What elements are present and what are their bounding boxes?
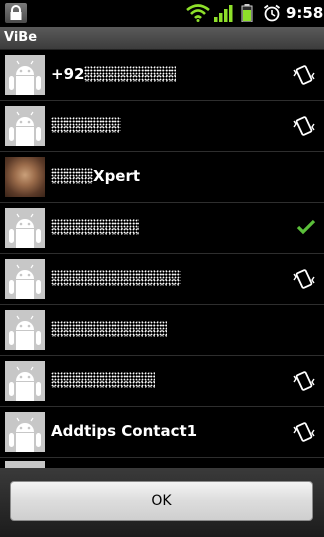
list-item[interactable]: +92: [0, 50, 324, 101]
battery-icon: [241, 4, 253, 22]
android-avatar-icon: [5, 461, 45, 468]
alarm-icon: [263, 4, 281, 22]
vibrate-icon: [293, 422, 315, 442]
list-item[interactable]: Addtips Contact1: [0, 407, 324, 458]
contact-name: [51, 218, 139, 236]
contact-name: [51, 116, 121, 134]
contact-name-prefix: +92: [51, 65, 85, 83]
redacted-text: [51, 168, 93, 184]
redacted-text: [51, 270, 181, 286]
list-item[interactable]: [0, 203, 324, 254]
status-bar: 9:58: [0, 0, 324, 27]
list-item[interactable]: [0, 305, 324, 356]
app-title: ViBe: [4, 30, 38, 45]
android-avatar-icon: [5, 310, 45, 350]
list-item[interactable]: [0, 356, 324, 407]
clock: 9:58: [286, 4, 324, 22]
redacted-text: [51, 321, 167, 337]
android-avatar-icon: [5, 106, 45, 146]
wifi-icon: [186, 4, 210, 22]
contact-name: [51, 269, 181, 287]
list-item[interactable]: [0, 254, 324, 305]
contact-name: Addtips Contact1: [51, 422, 197, 440]
signal-icon: [214, 5, 233, 22]
check-icon: [296, 219, 316, 235]
redacted-text: [84, 66, 177, 82]
contact-name: +92: [51, 65, 177, 83]
button-bar: OK: [0, 468, 324, 537]
vibrate-icon: [293, 269, 315, 289]
contact-name: Xpert: [51, 167, 140, 185]
contact-name: [51, 371, 155, 389]
list-item[interactable]: [0, 101, 324, 152]
redacted-text: [51, 219, 139, 235]
android-avatar-icon: [5, 412, 45, 452]
contact-name: [51, 320, 167, 338]
lock-icon: [5, 3, 27, 23]
android-avatar-icon: [5, 259, 45, 299]
screen: 9:58 ViBe +92 Xpert Addtips Contact1 OK: [0, 0, 324, 537]
list-item-partial[interactable]: [0, 458, 324, 468]
list-item[interactable]: Xpert: [0, 152, 324, 203]
vibrate-icon: [293, 65, 315, 85]
android-avatar-icon: [5, 361, 45, 401]
vibrate-icon: [293, 116, 315, 136]
redacted-text: [51, 117, 121, 133]
title-bar: ViBe: [0, 27, 324, 50]
contact-name-text: Addtips Contact1: [51, 422, 198, 440]
redacted-text: [51, 372, 155, 388]
contact-name-suffix: Xpert: [93, 167, 141, 185]
contact-list[interactable]: +92 Xpert Addtips Contact1: [0, 50, 324, 468]
contact-photo: [5, 157, 45, 197]
vibrate-icon: [293, 371, 315, 391]
android-avatar-icon: [5, 55, 45, 95]
android-avatar-icon: [5, 208, 45, 248]
ok-button[interactable]: OK: [10, 481, 313, 521]
